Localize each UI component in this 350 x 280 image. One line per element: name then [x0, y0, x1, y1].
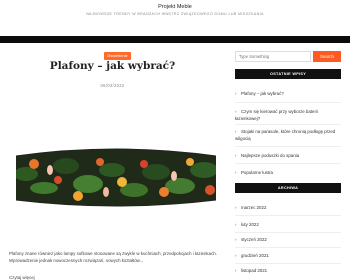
lamp-image — [15, 148, 217, 207]
post-excerpt: Plafony znane również jako lampy sufitow… — [9, 251, 217, 263]
recent-post-link[interactable]: › Czym się kierować przy wyborze baterii … — [235, 109, 341, 122]
read-more-link[interactable]: Czytaj więcej — [9, 275, 35, 280]
category-badge[interactable]: Oświetlenie — [104, 52, 131, 60]
divider — [235, 102, 341, 103]
recent-post-link[interactable]: › Plafony – jak wybrać? — [235, 91, 341, 98]
main-content: Oświetlenie Plafony – jak wybrać? 06/03/… — [0, 43, 225, 280]
sidebar: Search OSTATNIE WPISY ›Plafony – jak wyb… — [233, 0, 343, 280]
search-button[interactable]: Search — [313, 51, 341, 62]
post-title[interactable]: Plafony – jak wybrać? — [0, 60, 225, 72]
divider — [235, 146, 341, 147]
archives-title: ARCHIWA — [235, 183, 341, 193]
divider — [235, 232, 341, 233]
recent-post-link[interactable]: › Najlepsze poduszki do spania — [235, 153, 341, 160]
recent-posts-title: OSTATNIE WPISY — [235, 69, 341, 79]
archive-link[interactable]: › luty 2022 — [235, 222, 341, 229]
divider — [235, 163, 341, 164]
divider — [235, 247, 341, 248]
search-input[interactable] — [235, 51, 311, 62]
archive-link[interactable]: › styczeń 2022 — [235, 237, 341, 244]
recent-post-link[interactable]: › Stojaki na parasole, które chronią podł… — [235, 129, 341, 142]
archive-link[interactable]: › marzec 2022 — [235, 205, 341, 212]
archive-link[interactable]: › listopad 2021 — [235, 268, 341, 275]
divider — [235, 215, 341, 216]
archive-link[interactable]: › grudzień 2021 — [235, 253, 341, 260]
divider — [235, 124, 341, 125]
divider — [235, 263, 341, 264]
post-date: 06/03/2022 — [100, 83, 125, 88]
recent-post-link[interactable]: › Popularne lustra — [235, 170, 341, 177]
